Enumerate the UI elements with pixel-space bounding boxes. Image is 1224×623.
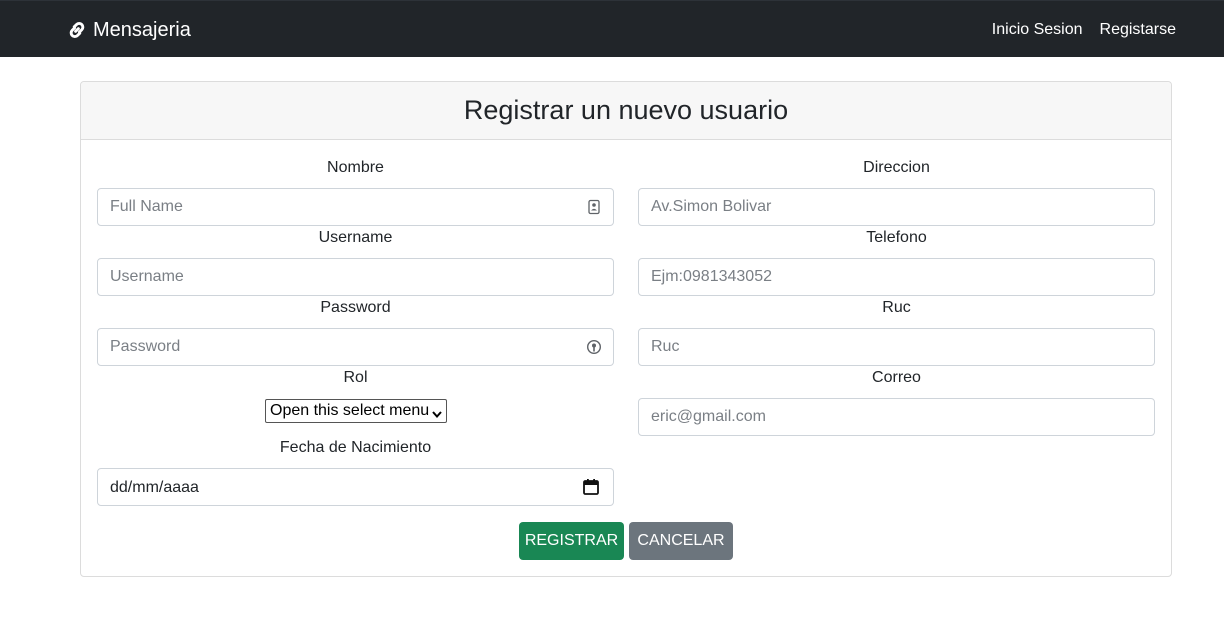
calendar-icon[interactable] bbox=[582, 478, 599, 495]
fecha-value: dd/mm/aaaa bbox=[110, 479, 199, 496]
rol-select[interactable]: Open this select menu bbox=[265, 399, 447, 423]
registrar-button[interactable]: REGISTRAR bbox=[519, 522, 624, 560]
link-icon bbox=[66, 19, 88, 41]
nav-link-registarse[interactable]: Registarse bbox=[1100, 20, 1176, 40]
ruc-input[interactable] bbox=[639, 329, 1154, 365]
contact-card-icon bbox=[586, 199, 602, 215]
page-title: Registrar un nuevo usuario bbox=[463, 95, 789, 125]
ruc-label: Ruc bbox=[882, 299, 911, 316]
direccion-field bbox=[638, 188, 1155, 226]
brand-name: Mensajeria bbox=[93, 18, 191, 41]
telefono-input[interactable] bbox=[639, 259, 1154, 295]
nav-link-inicio-sesion[interactable]: Inicio Sesion bbox=[992, 20, 1083, 40]
brand[interactable]: Mensajeria bbox=[66, 18, 191, 42]
fecha-field[interactable]: dd/mm/aaaa bbox=[97, 468, 614, 506]
nombre-field bbox=[97, 188, 614, 226]
username-label: Username bbox=[318, 229, 393, 246]
username-input[interactable] bbox=[98, 259, 613, 295]
nav-links: Inicio Sesion Registarse bbox=[992, 20, 1176, 40]
card-header: Registrar un nuevo usuario bbox=[81, 82, 1171, 140]
direccion-input[interactable] bbox=[639, 189, 1154, 225]
navbar: Mensajeria Inicio Sesion Registarse bbox=[0, 0, 1224, 57]
rol-selected-value: Open this select menu bbox=[270, 402, 430, 419]
password-key-icon bbox=[586, 339, 602, 355]
telefono-label: Telefono bbox=[866, 229, 927, 246]
username-field bbox=[97, 258, 614, 296]
password-label: Password bbox=[320, 299, 391, 316]
nombre-label: Nombre bbox=[327, 159, 384, 176]
correo-field bbox=[638, 398, 1155, 436]
direccion-label: Direccion bbox=[863, 159, 930, 176]
nombre-input[interactable] bbox=[98, 189, 613, 225]
telefono-field bbox=[638, 258, 1155, 296]
password-field bbox=[97, 328, 614, 366]
correo-label: Correo bbox=[872, 369, 921, 386]
correo-input[interactable] bbox=[639, 399, 1154, 435]
cancelar-button[interactable]: CANCELAR bbox=[629, 522, 733, 560]
chevron-down-icon bbox=[431, 405, 443, 419]
fecha-label: Fecha de Nacimiento bbox=[279, 439, 432, 456]
ruc-field bbox=[638, 328, 1155, 366]
rol-label: Rol bbox=[343, 369, 368, 386]
password-input[interactable] bbox=[98, 329, 613, 365]
